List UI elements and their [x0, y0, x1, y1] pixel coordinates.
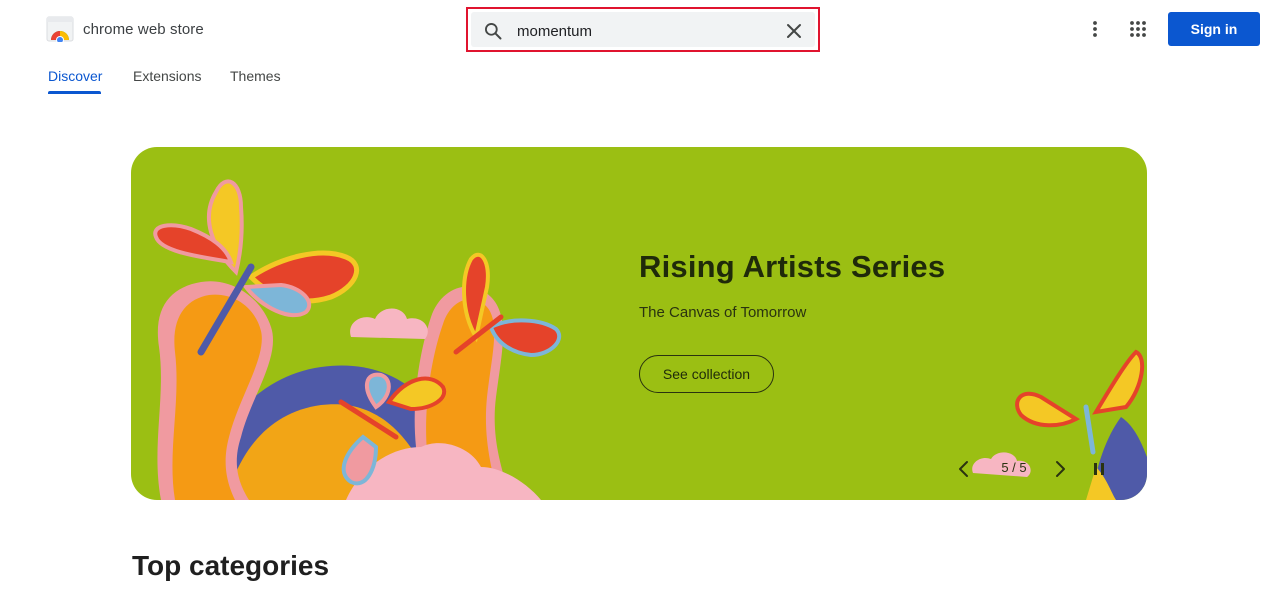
- chrome-web-store-logo: [46, 16, 74, 42]
- chevron-left-icon[interactable]: [953, 457, 975, 481]
- search-bar[interactable]: [471, 12, 815, 47]
- search-icon[interactable]: [483, 21, 503, 41]
- hero-banner[interactable]: Rising Artists Series The Canvas of Tomo…: [131, 147, 1147, 500]
- banner-illustration: [153, 179, 1147, 500]
- sign-in-button[interactable]: Sign in: [1168, 12, 1260, 46]
- active-tab-indicator: [48, 91, 101, 94]
- brand-name: chrome web store: [83, 20, 204, 38]
- apps-grid-icon[interactable]: [1128, 19, 1148, 39]
- brand-link[interactable]: chrome web store: [46, 16, 204, 42]
- top-categories-heading: Top categories: [132, 550, 330, 581]
- nav-tabs: Discover Extensions Themes: [0, 60, 1280, 100]
- banner-title: Rising Artists Series: [639, 249, 946, 284]
- see-collection-button[interactable]: See collection: [639, 355, 774, 393]
- more-vert-icon[interactable]: [1085, 19, 1105, 39]
- banner-subtitle: The Canvas of Tomorrow: [639, 304, 807, 321]
- close-icon[interactable]: [785, 22, 803, 40]
- header: chrome web store Sign in: [0, 0, 1280, 60]
- search-highlight-box: [466, 7, 820, 52]
- pause-icon[interactable]: [1089, 458, 1109, 480]
- tab-extensions[interactable]: Extensions: [133, 68, 201, 94]
- chevron-right-icon[interactable]: [1049, 457, 1071, 481]
- slide-indicator: 5 / 5: [1001, 460, 1027, 475]
- tab-themes[interactable]: Themes: [230, 68, 281, 94]
- search-input[interactable]: [517, 18, 767, 44]
